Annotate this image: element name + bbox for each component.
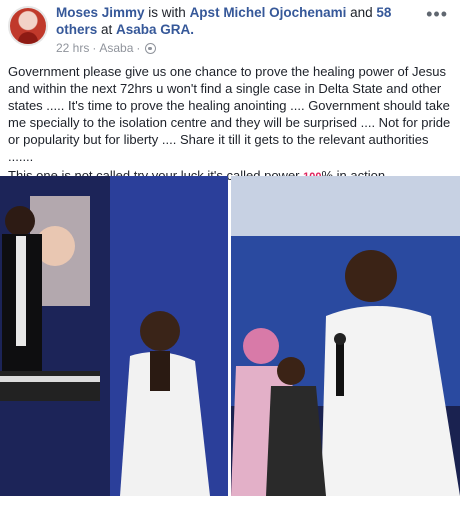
and-text: and <box>346 5 377 20</box>
location-link[interactable]: Asaba GRA. <box>116 22 194 37</box>
post-meta: 22 hrs · Asaba · <box>56 41 157 55</box>
with-text: is with <box>144 5 190 20</box>
photo-right-image <box>231 176 460 496</box>
photo-left-image <box>0 176 228 496</box>
facebook-post: Moses Jimmy is with Apst Michel Ojochena… <box>0 0 460 509</box>
post-paragraph-1: Government please give us one chance to … <box>8 64 451 164</box>
photo-right[interactable] <box>231 176 460 496</box>
tagged-person-link[interactable]: Apst Michel Ojochenami <box>190 5 347 20</box>
author-avatar[interactable] <box>8 6 48 46</box>
meta-separator: · <box>92 41 97 55</box>
photo-left[interactable] <box>0 176 228 496</box>
globe-icon[interactable] <box>145 42 157 54</box>
at-text: at <box>97 22 117 37</box>
author-name-link[interactable]: Moses Jimmy <box>56 5 145 20</box>
meta-separator: · <box>136 41 141 55</box>
more-options-icon[interactable]: ••• <box>426 4 448 25</box>
post-photos <box>0 176 460 496</box>
post-header: Moses Jimmy is with Apst Michel Ojochena… <box>8 4 452 56</box>
post-time[interactable]: 22 hrs <box>56 41 89 55</box>
post-place[interactable]: Asaba <box>99 41 133 55</box>
post-title-line: Moses Jimmy is with Apst Michel Ojochena… <box>56 4 426 38</box>
post-text: Government please give us one chance to … <box>8 63 454 188</box>
